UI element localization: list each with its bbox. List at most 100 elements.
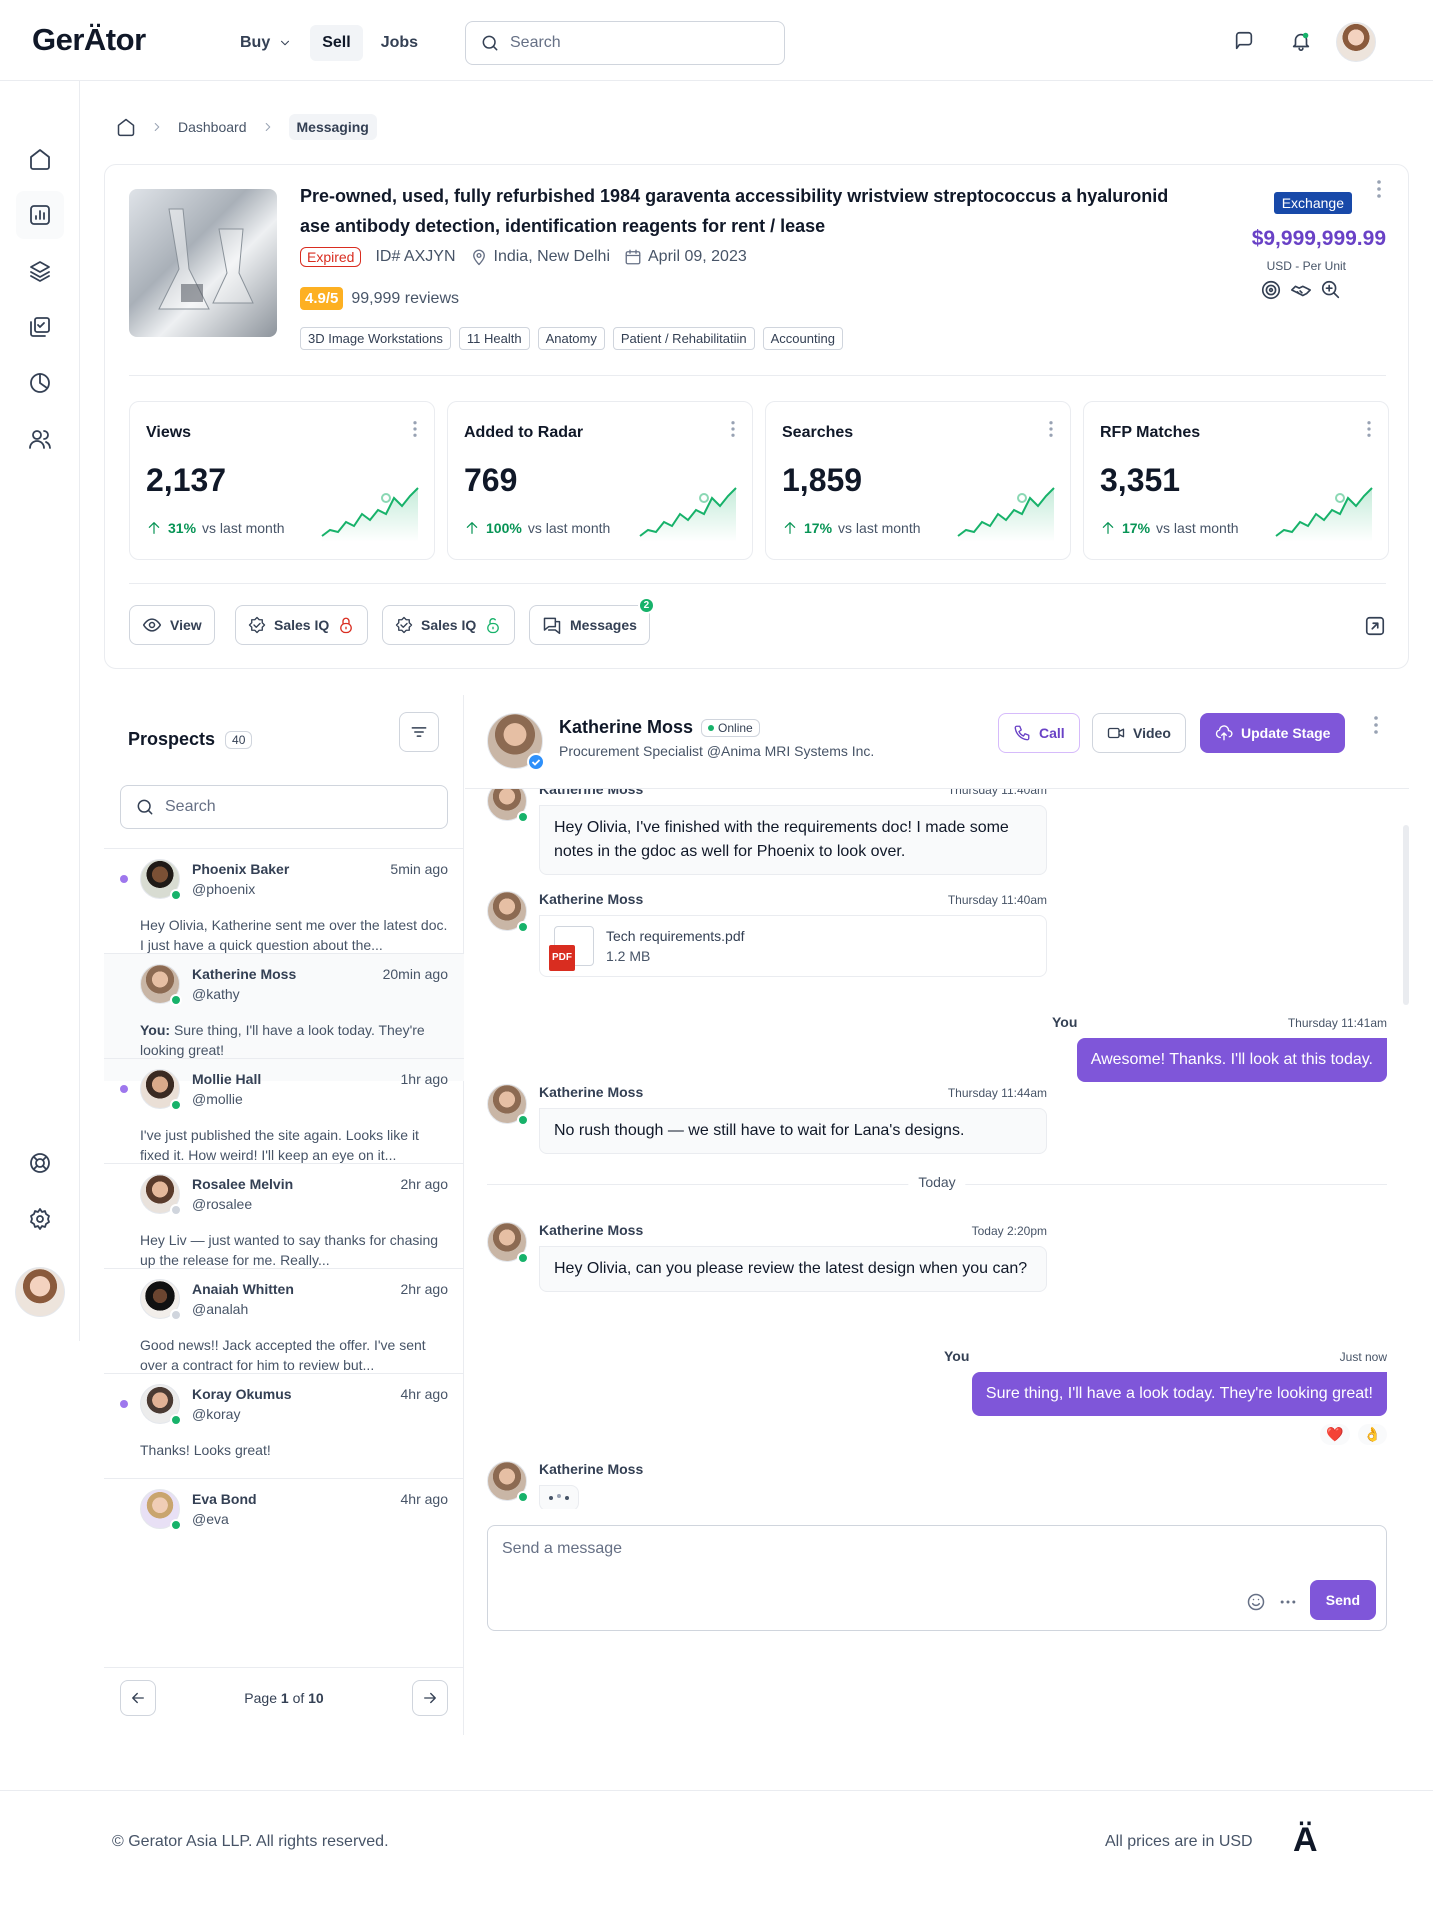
home-icon[interactable] — [116, 117, 136, 137]
tag[interactable]: Anatomy — [537, 327, 605, 350]
typing-indicator — [539, 1485, 579, 1509]
contact-name: Katherine Moss Online — [559, 717, 760, 738]
avatar — [487, 1084, 529, 1126]
send-button[interactable]: Send — [1309, 1580, 1376, 1620]
filter-button[interactable] — [399, 712, 439, 752]
more-vertical-icon[interactable] — [1048, 420, 1054, 438]
avatar — [140, 964, 182, 1006]
messages-button[interactable]: Messages 2 — [529, 597, 655, 645]
logo[interactable]: GerÄtor — [32, 22, 146, 58]
contact-name-text[interactable]: Katherine Moss — [559, 717, 693, 738]
stat-value: 1,859 — [782, 462, 863, 498]
message-outgoing: You Just now Sure thing, I'll have a loo… — [944, 1348, 1387, 1448]
message-sender: Katherine Moss — [539, 1222, 644, 1238]
tag[interactable]: 11 Health — [458, 327, 530, 350]
video-button[interactable]: Video — [1092, 713, 1186, 753]
search-input[interactable]: Search — [465, 21, 785, 65]
file-attachment[interactable]: PDF Tech requirements.pdf 1.2 MB — [539, 915, 1047, 977]
stat-change: 17% vs last month — [782, 520, 921, 536]
stat-label: RFP Matches — [1100, 424, 1201, 441]
verified-icon — [527, 753, 545, 771]
prospects-search-input[interactable]: Search — [120, 785, 448, 829]
nav-jobs[interactable]: Jobs — [369, 25, 430, 61]
arrow-up-icon — [466, 522, 478, 534]
product-tags: 3D Image Workstations 11 Health Anatomy … — [300, 327, 843, 350]
more-horizontal-icon[interactable] — [1278, 1592, 1298, 1612]
call-label: Call — [1039, 725, 1065, 741]
bell-icon[interactable] — [1290, 30, 1312, 52]
sidebar-item-layers[interactable] — [16, 247, 64, 295]
contact-handle: @mollie — [192, 1091, 243, 1107]
contact-name: Anaiah Whitten — [192, 1281, 294, 1297]
pie-chart-icon — [30, 373, 50, 393]
nav-sell[interactable]: Sell — [310, 25, 363, 61]
stat-caption: vs last month — [1156, 520, 1239, 536]
product-icons — [1260, 279, 1342, 301]
more-vertical-icon[interactable] — [1373, 715, 1379, 735]
sidebar-item-users[interactable] — [16, 415, 64, 463]
next-page-button[interactable] — [412, 1680, 448, 1716]
avatar — [140, 1489, 182, 1531]
external-link-icon[interactable] — [1364, 615, 1386, 637]
reaction-ok[interactable]: 👌 — [1357, 1424, 1387, 1445]
nav-buy[interactable]: Buy — [228, 25, 304, 61]
more-vertical-icon[interactable] — [412, 420, 418, 438]
message-incoming: Katherine Moss Thursday 11:40am Hey Oliv… — [487, 789, 1047, 877]
contact-name: Koray Okumus — [192, 1386, 292, 1402]
sidebar-user-avatar[interactable] — [15, 1267, 65, 1317]
contact-name: Rosalee Melvin — [192, 1176, 294, 1192]
emoji-icon[interactable] — [1246, 1592, 1266, 1612]
avatar — [487, 891, 529, 933]
breadcrumb-messaging[interactable]: Messaging — [288, 114, 377, 140]
message-preview: Hey Liv — just wanted to say thanks for … — [140, 1232, 439, 1268]
message-composer[interactable]: Send a message Send — [487, 1525, 1387, 1631]
nav-buy-label: Buy — [240, 34, 271, 51]
call-button[interactable]: Call — [998, 713, 1080, 753]
sidebar-item-settings[interactable] — [16, 1195, 64, 1243]
stat-value: 769 — [464, 462, 518, 498]
footer: © Gerator Asia LLP. All rights reserved.… — [0, 1790, 1433, 1913]
view-button[interactable]: View — [129, 605, 215, 645]
sales-iq-unlocked-button[interactable]: Sales IQ — [382, 605, 516, 645]
product-image[interactable] — [129, 189, 277, 337]
reaction-heart[interactable]: ❤️ — [1320, 1424, 1350, 1445]
sidebar-item-reports[interactable] — [16, 359, 64, 407]
stat-change: 31% vs last month — [146, 520, 285, 536]
sidebar-item-home[interactable] — [16, 135, 64, 183]
message-bubble: Hey Olivia, can you please review the la… — [539, 1246, 1047, 1292]
contact-avatar — [487, 713, 545, 771]
stat-card-views: Views 2,137 31% vs last month — [129, 401, 435, 560]
list-item[interactable]: Eva Bond @eva 4hr ago — [104, 1478, 464, 1568]
more-vertical-icon[interactable] — [730, 420, 736, 438]
contact-name: Phoenix Baker — [192, 861, 290, 877]
chat-icon[interactable] — [1233, 30, 1255, 52]
breadcrumb-dashboard[interactable]: Dashboard — [178, 119, 247, 135]
tag[interactable]: Patient / Rehabilitatiin — [612, 327, 755, 350]
product-price: $9,999,999.99 — [1251, 227, 1386, 250]
scrollbar[interactable] — [1403, 825, 1409, 1005]
footer-logo-mark[interactable]: Ä — [1293, 1821, 1318, 1860]
user-avatar[interactable] — [1336, 22, 1376, 62]
stat-value: 2,137 — [146, 462, 227, 498]
reviews-count[interactable]: 99,999 reviews — [351, 290, 459, 308]
messages-count-badge: 2 — [637, 597, 655, 614]
search-icon — [482, 35, 498, 51]
stat-caption: vs last month — [527, 520, 611, 536]
contact-handle: @kathy — [192, 986, 240, 1002]
tag[interactable]: Accounting — [762, 327, 843, 350]
sidebar-item-support[interactable] — [16, 1139, 64, 1187]
more-vertical-icon[interactable] — [1376, 179, 1382, 199]
sidebar-item-tasks[interactable] — [16, 303, 64, 351]
sales-iq-label: Sales IQ — [421, 617, 477, 633]
update-stage-button[interactable]: Update Stage — [1200, 713, 1346, 753]
page-prefix: Page — [244, 1690, 277, 1706]
exchange-badge: Exchange — [1273, 192, 1352, 214]
avatar — [140, 1384, 182, 1426]
message-sender: Katherine Moss — [539, 1084, 644, 1100]
sales-iq-locked-button[interactable]: Sales IQ — [235, 605, 369, 645]
tag[interactable]: 3D Image Workstations — [300, 327, 451, 350]
more-vertical-icon[interactable] — [1366, 420, 1372, 438]
divider — [129, 375, 1386, 376]
product-title[interactable]: Pre-owned, used, fully refurbished 1984 … — [300, 181, 1200, 241]
sidebar-item-dashboard[interactable] — [16, 191, 64, 239]
